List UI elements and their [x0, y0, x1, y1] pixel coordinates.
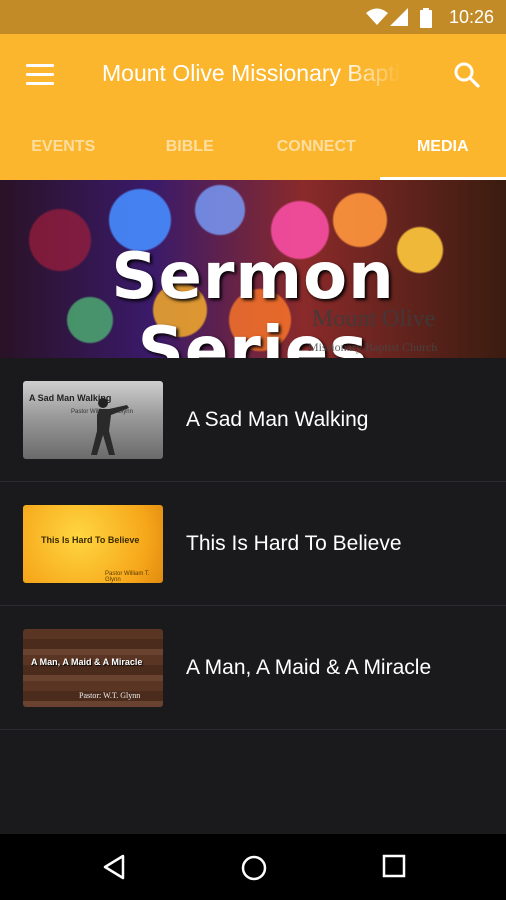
back-icon[interactable]: [102, 854, 126, 880]
app-title: Mount Olive Missionary Baptist Church: [102, 60, 402, 86]
thumbnail-title: This Is Hard To Believe: [41, 535, 140, 545]
sermon-series-banner: Sermon Series Mount Olive Missionary Bap…: [0, 180, 506, 358]
tab-bar: EVENTS BIBLE CONNECT MEDIA: [0, 114, 506, 180]
cell-signal-icon: [390, 8, 408, 26]
banner-subtitle: Mount Olive: [312, 306, 436, 332]
app-bar: Mount Olive Missionary Baptist Church: [0, 34, 506, 114]
thumbnail-subtitle: Pastor: W.T. Glynn: [79, 691, 141, 700]
search-icon[interactable]: [454, 62, 480, 88]
sermon-thumbnail: This Is Hard To Believe Pastor William T…: [23, 505, 163, 583]
tab-events[interactable]: EVENTS: [0, 114, 127, 180]
tab-media[interactable]: MEDIA: [379, 114, 506, 180]
navigation-bar: [0, 834, 506, 900]
sermon-title: A Sad Man Walking: [186, 408, 369, 431]
recents-icon[interactable]: [382, 854, 406, 878]
sermon-thumbnail: A Man, A Maid & A Miracle Pastor: W.T. G…: [23, 629, 163, 707]
home-icon[interactable]: [240, 854, 268, 882]
banner-subtitle-line2: Missionary Baptist Church: [308, 340, 438, 354]
wifi-icon: [366, 8, 388, 25]
sermon-item[interactable]: This Is Hard To Believe Pastor William T…: [0, 482, 506, 606]
battery-icon: [420, 8, 432, 28]
sermon-title: This Is Hard To Believe: [186, 532, 402, 555]
tab-bible[interactable]: BIBLE: [127, 114, 254, 180]
status-time: 10:26: [448, 7, 494, 27]
walking-man-figure: [91, 398, 129, 455]
sermon-title: A Man, A Maid & A Miracle: [186, 656, 432, 679]
sermon-list: A Sad Man Walking Pastor William T. Glyn…: [0, 358, 506, 730]
thumbnail-subtitle: Pastor William T. Glynn: [105, 571, 150, 583]
menu-icon[interactable]: [26, 64, 54, 85]
tab-connect[interactable]: CONNECT: [253, 114, 380, 180]
sermon-thumbnail: A Sad Man Walking Pastor William T. Glyn…: [23, 381, 163, 459]
sermon-item[interactable]: A Man, A Maid & A Miracle Pastor: W.T. G…: [0, 606, 506, 730]
status-bar: 10:26: [0, 0, 506, 34]
sermon-item[interactable]: A Sad Man Walking Pastor William T. Glyn…: [0, 358, 506, 482]
thumbnail-title: A Man, A Maid & A Miracle: [31, 657, 143, 667]
